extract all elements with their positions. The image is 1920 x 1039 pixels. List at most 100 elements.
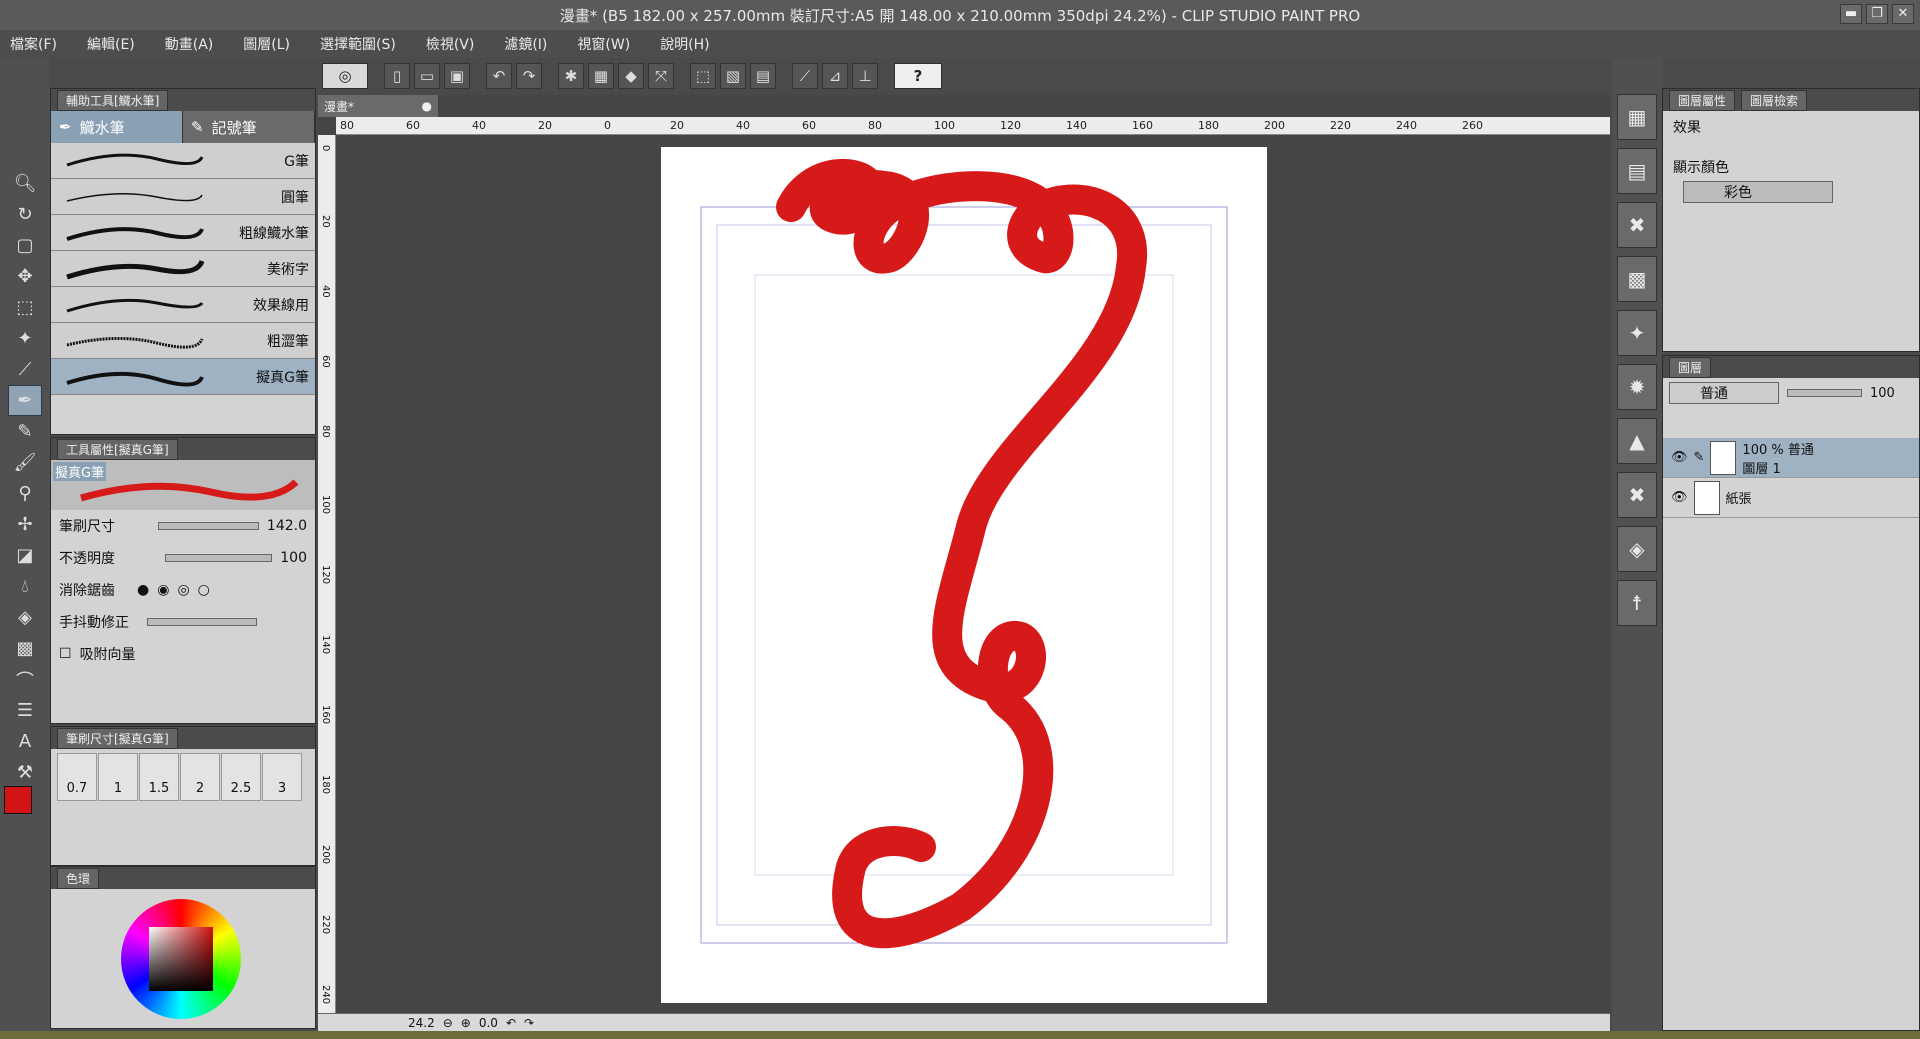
layer-property-tab[interactable]: 圖層屬性	[1669, 89, 1736, 111]
sub-tool-header[interactable]: 輔助工具[鱵水筆]	[57, 89, 169, 111]
operation-tool-icon[interactable]: ▢	[8, 230, 42, 261]
brush-size-header[interactable]: 筆刷尺寸[擬真G筆]	[57, 727, 178, 749]
selection-tool-icon[interactable]: ⬚	[8, 292, 42, 323]
move-tool-icon[interactable]: ↻	[8, 199, 42, 230]
brush-item-g-pen[interactable]: G筆	[51, 143, 315, 179]
rotate-right-icon[interactable]: ↷	[524, 1016, 534, 1030]
size-cell[interactable]: 0.7	[57, 753, 97, 801]
menu-window[interactable]: 視窗(W)	[573, 32, 634, 56]
layer-opacity-slider[interactable]	[1787, 389, 1862, 397]
navigator-icon[interactable]: ▦	[1617, 94, 1657, 140]
menu-animation[interactable]: 動畫(A)	[161, 32, 218, 56]
pencil-tool-icon[interactable]: ✎	[8, 416, 42, 447]
fill-icon[interactable]: ◆	[618, 63, 644, 89]
clear-outside-icon[interactable]: ▦	[588, 63, 614, 89]
clear-icon[interactable]: ✱	[558, 63, 584, 89]
snap-special-ruler-icon[interactable]: ⊿	[822, 63, 848, 89]
brush-item-effect-line[interactable]: 效果線用	[51, 287, 315, 323]
figure-tool-icon[interactable]: ⌒	[8, 664, 42, 695]
pose-material-icon[interactable]: ☨	[1617, 580, 1657, 626]
brush-item-round-pen[interactable]: 圓筆	[51, 179, 315, 215]
sub-view-icon[interactable]: ▤	[1617, 148, 1657, 194]
size-cell[interactable]: 1.5	[139, 753, 179, 801]
brush-tool-icon[interactable]: 🖌︎	[8, 447, 42, 478]
pen-lock-icon[interactable]: ✎	[1694, 450, 1705, 465]
eraser-icon[interactable]: ◪	[8, 540, 42, 571]
zoom-tool-icon[interactable]: 🔍︎	[8, 168, 42, 199]
brush-item-thick-ink[interactable]: 粗線鱵水筆	[51, 215, 315, 251]
antialias-weak-icon[interactable]: ◉	[157, 582, 169, 598]
tone-material-icon[interactable]: ▩	[1617, 256, 1657, 302]
rotate-left-icon[interactable]: ↶	[506, 1016, 516, 1030]
rotation-value[interactable]: 0.0	[479, 1016, 498, 1030]
size-cell[interactable]: 2	[180, 753, 220, 801]
size-cell[interactable]: 2.5	[221, 753, 261, 801]
redo-icon[interactable]: ↷	[516, 63, 542, 89]
transform-icon[interactable]: ⤧	[648, 63, 674, 89]
layer-row-layer-1[interactable]: 👁︎ ✎ 100 % 普通 圖層 1	[1663, 438, 1919, 478]
stabilization-slider[interactable]	[147, 618, 257, 626]
layer-row-paper[interactable]: 👁︎ 紙張	[1663, 478, 1919, 518]
image-material-icon[interactable]: ▲	[1617, 418, 1657, 464]
subtool-tab-marker[interactable]: ✎ 記號筆	[183, 111, 315, 143]
correct-line-icon[interactable]: ⚒	[8, 757, 42, 788]
snap-ruler-icon[interactable]: ⟋	[792, 63, 818, 89]
pattern-material-icon[interactable]: ✹	[1617, 364, 1657, 410]
frame-tool-icon[interactable]: ☰	[8, 695, 42, 726]
brush-item-rough-pen[interactable]: 粗澀筆	[51, 323, 315, 359]
color-wheel[interactable]	[121, 899, 241, 1019]
zoom-out-icon[interactable]: ⊖	[443, 1016, 453, 1030]
opacity-slider[interactable]	[164, 554, 273, 562]
close-tab-icon[interactable]: ●	[422, 99, 432, 113]
pen-tool-icon[interactable]: ✒	[8, 385, 42, 416]
maximize-button[interactable]: ❐	[1866, 4, 1888, 24]
color-square[interactable]	[149, 927, 213, 991]
material-icon[interactable]: ✖	[1617, 202, 1657, 248]
menu-view[interactable]: 檢視(V)	[422, 32, 479, 56]
antialias-strong-icon[interactable]: ○	[198, 582, 210, 598]
menu-help[interactable]: 說明(H)	[656, 32, 713, 56]
opacity-value[interactable]: 100	[280, 550, 307, 566]
brush-size-value[interactable]: 142.0	[267, 518, 307, 534]
visibility-eye-icon[interactable]: 👁︎	[1671, 450, 1688, 465]
snap-vector-checkbox[interactable]: ☐	[59, 646, 72, 662]
minimize-button[interactable]: ▬	[1840, 4, 1862, 24]
antialias-medium-icon[interactable]: ◎	[177, 582, 189, 598]
tool-property-header[interactable]: 工具屬性[擬真G筆]	[57, 438, 178, 460]
close-button[interactable]: ✕	[1892, 4, 1914, 24]
menu-filter[interactable]: 濾鏡(I)	[500, 32, 551, 56]
layer-search-tab[interactable]: 圖層檢索	[1741, 89, 1808, 111]
zoom-in-icon[interactable]: ⊕	[461, 1016, 471, 1030]
undo-icon[interactable]: ↶	[486, 63, 512, 89]
layer-opacity-value[interactable]: 100	[1870, 386, 1895, 401]
decoration-icon[interactable]: ✢	[8, 509, 42, 540]
help-button[interactable]: ?	[894, 63, 942, 89]
open-file-icon[interactable]: ▭	[414, 63, 440, 89]
menu-file[interactable]: 檔案(F)	[6, 32, 61, 56]
snap-grid-icon[interactable]: ⊥	[852, 63, 878, 89]
canvas-page[interactable]	[661, 147, 1267, 1003]
airbrush-icon[interactable]: ⚲	[8, 478, 42, 509]
effect-material-icon[interactable]: ✦	[1617, 310, 1657, 356]
save-icon[interactable]: ▣	[444, 63, 470, 89]
zoom-value[interactable]: 24.2	[408, 1016, 435, 1030]
text-tool-icon[interactable]: A	[8, 726, 42, 757]
clip-studio-icon[interactable]: ◎	[322, 63, 368, 89]
menu-edit[interactable]: 編輯(E)	[83, 32, 139, 56]
deselect-icon[interactable]: ⬚	[690, 63, 716, 89]
blend-tool-icon[interactable]: 💧︎	[8, 571, 42, 602]
fill-tool-icon[interactable]: ◈	[8, 602, 42, 633]
display-color-dropdown[interactable]: 彩色	[1683, 181, 1833, 203]
brush-item-calligraphy[interactable]: 美術字	[51, 251, 315, 287]
antialias-none-icon[interactable]: ●	[137, 582, 149, 598]
color-wheel-header[interactable]: 色環	[57, 867, 100, 889]
layers-tab[interactable]: 圖層	[1669, 356, 1712, 378]
invert-selection-icon[interactable]: ▧	[720, 63, 746, 89]
eyedropper-icon[interactable]: ⟋	[8, 354, 42, 385]
new-file-icon[interactable]: ▯	[384, 63, 410, 89]
brush-item-real-g-pen[interactable]: 擬真G筆	[51, 359, 315, 395]
blend-mode-select[interactable]: 普通	[1669, 382, 1779, 404]
size-cell[interactable]: 1	[98, 753, 138, 801]
menu-selection[interactable]: 選擇範圍(S)	[316, 32, 400, 56]
menu-layer[interactable]: 圖層(L)	[239, 32, 294, 56]
